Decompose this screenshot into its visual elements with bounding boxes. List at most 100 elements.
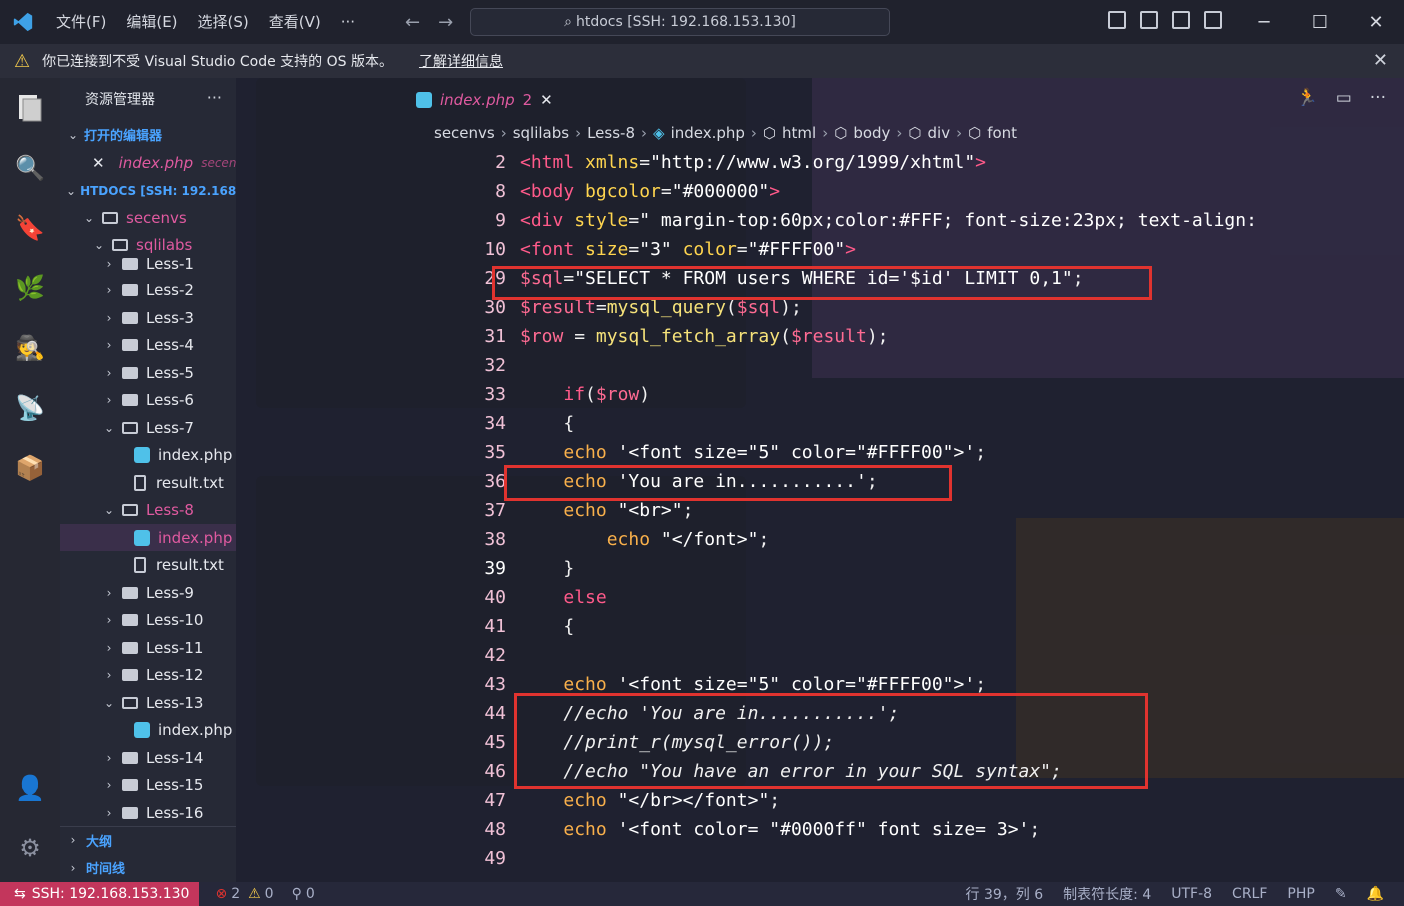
customize-layout-icon[interactable] [1204,11,1222,29]
learn-more-link[interactable]: 了解详细信息 [419,51,503,71]
account-icon[interactable]: 👤 [14,772,46,804]
encoding[interactable]: UTF-8 [1171,886,1212,902]
line-number: 43 [484,674,506,695]
explorer-icon[interactable] [14,92,46,124]
chevron-right-icon: › [106,805,112,820]
ports-count[interactable]: 0 [306,886,315,902]
run-icon[interactable]: 🏃 [1297,88,1318,108]
menu-view[interactable]: 查看(V) [259,0,331,44]
source-control-icon[interactable]: 🌿 [14,272,46,304]
outline-section[interactable]: › 大纲 [60,826,236,853]
menu-file[interactable]: 文件(F) [46,0,116,44]
breadcrumb-item[interactable]: Less-8 [587,124,635,142]
folder-less-7[interactable]: ⌄ Less-7 [60,414,236,441]
line-number: 10 [484,239,506,260]
gear-icon[interactable]: ⚙ [14,832,46,864]
bookmark-icon[interactable]: 🔖 [14,212,46,244]
debug-icon[interactable]: 🕵 [14,332,46,364]
code-line: { [520,616,575,637]
remote-icon: ⇆ [14,886,26,902]
close-icon[interactable]: ✕ [1373,50,1388,71]
warning-icon: ⚠ [14,50,31,72]
folder-less-15[interactable]: › Less-15 [60,771,236,798]
folder-less-14[interactable]: › Less-14 [60,744,236,771]
folder-open-icon [112,238,128,251]
more-actions-icon[interactable]: ··· [207,88,222,107]
folder-less-4[interactable]: › Less-4 [60,331,236,358]
folder-less-8[interactable]: ⌄ Less-8 [60,496,236,523]
feedback-icon[interactable]: ✎ [1335,886,1347,902]
folder-less-1[interactable]: › Less-1 [60,250,236,277]
breadcrumb-item[interactable]: body [853,124,890,142]
close-icon[interactable]: ✕ [92,154,105,172]
warning-count[interactable]: 0 [265,886,274,902]
folder-label: Less-1 [146,254,194,273]
root-folder-section[interactable]: ⌄ HTDOCS [SSH: 192.168.153.130] [60,177,236,204]
close-window-icon[interactable]: ✕ [1348,0,1404,44]
notifications-icon[interactable]: 🔔 [1367,886,1384,902]
chevron-right-icon: › [106,310,112,325]
breadcrumb-item[interactable]: sqlilabs [513,124,569,142]
split-editor-icon[interactable]: ▭ [1336,88,1352,108]
command-center[interactable]: ⌕ htdocs [SSH: 192.168.153.130] [470,8,890,36]
folder-less-2[interactable]: › Less-2 [60,276,236,303]
back-arrow-icon[interactable]: ← [405,12,420,33]
folder-less-13[interactable]: ⌄ Less-13 [60,689,236,716]
breadcrumb-item[interactable]: div [928,124,951,142]
maximize-icon[interactable]: ☐ [1292,0,1348,44]
file-less8-index-php[interactable]: index.php [60,524,236,551]
extensions-icon[interactable]: 📦 [14,452,46,484]
remote-explorer-icon[interactable]: 📡 [14,392,46,424]
cursor-position[interactable]: 行 39，列 6 [966,884,1044,904]
remote-indicator[interactable]: ⇆ SSH: 192.168.153.130 [0,882,200,906]
folder-secenvs[interactable]: ⌄ secenvs [60,204,236,231]
open-editor-item[interactable]: ✕ index.php secenvs/sqlilabs/Less-8 [60,149,236,176]
menu-edit[interactable]: 编辑(E) [116,0,187,44]
folder-less-3[interactable]: › Less-3 [60,304,236,331]
open-editors-section[interactable]: ⌄ 打开的编辑器 [60,121,236,148]
folder-less-11[interactable]: › Less-11 [60,634,236,661]
folder-less-16[interactable]: › Less-16 [60,799,236,826]
timeline-section[interactable]: › 时间线 [60,854,236,881]
chevron-down-icon: ⌄ [67,127,79,142]
folder-less-9[interactable]: › Less-9 [60,579,236,606]
folder-less-5[interactable]: › Less-5 [60,359,236,386]
chevron-right-icon: › [106,256,112,271]
folder-less-6[interactable]: › Less-6 [60,386,236,413]
language-mode[interactable]: PHP [1287,886,1314,902]
toggle-sidebar-icon[interactable] [1108,11,1126,29]
line-number: 2 [495,152,506,173]
file-less13-index-php[interactable]: index.php [60,716,236,743]
code-line: echo "</br></font>"; [563,790,781,811]
minimize-icon[interactable]: ─ [1236,0,1292,44]
folder-label: Less-5 [146,363,194,382]
file-less7-result-txt[interactable]: result.txt [60,469,236,496]
breadcrumb-item[interactable]: index.php [671,124,745,142]
folder-label: Less-2 [146,280,194,299]
line-number: 30 [484,297,506,318]
breadcrumb-item[interactable]: html [782,124,816,142]
status-bar: ⇆ SSH: 192.168.153.130 ⊗ 2 ⚠ 0 ⚲ 0 行 39，… [0,882,1404,906]
error-count[interactable]: 2 [231,886,240,902]
menu-selection[interactable]: 选择(S) [188,0,259,44]
menu-more[interactable]: ··· [331,0,365,44]
toggle-secondary-sidebar-icon[interactable] [1172,11,1190,29]
file-less8-result-txt[interactable]: result.txt [60,551,236,578]
forward-arrow-icon[interactable]: → [438,12,453,33]
code-line: echo "<br>"; [563,500,694,521]
folder-less-10[interactable]: › Less-10 [60,606,236,633]
line-number: 8 [495,181,506,202]
toggle-panel-icon[interactable] [1140,11,1158,29]
folder-open-icon [122,696,138,709]
symbol-icon: ⬡ [968,124,982,142]
breadcrumb-item[interactable]: secenvs [434,124,495,142]
file-less7-index-php[interactable]: index.php [60,441,236,468]
folder-less-12[interactable]: › Less-12 [60,661,236,688]
tab-size[interactable]: 制表符长度: 4 [1063,884,1151,904]
end-of-line[interactable]: CRLF [1232,886,1267,902]
close-icon[interactable]: ✕ [540,91,553,109]
more-actions-icon[interactable]: ··· [1370,88,1386,108]
breadcrumb-item[interactable]: font [987,124,1017,142]
editor-tab[interactable]: index.php 2 ✕ [416,86,553,114]
search-icon[interactable]: 🔍 [14,152,46,184]
